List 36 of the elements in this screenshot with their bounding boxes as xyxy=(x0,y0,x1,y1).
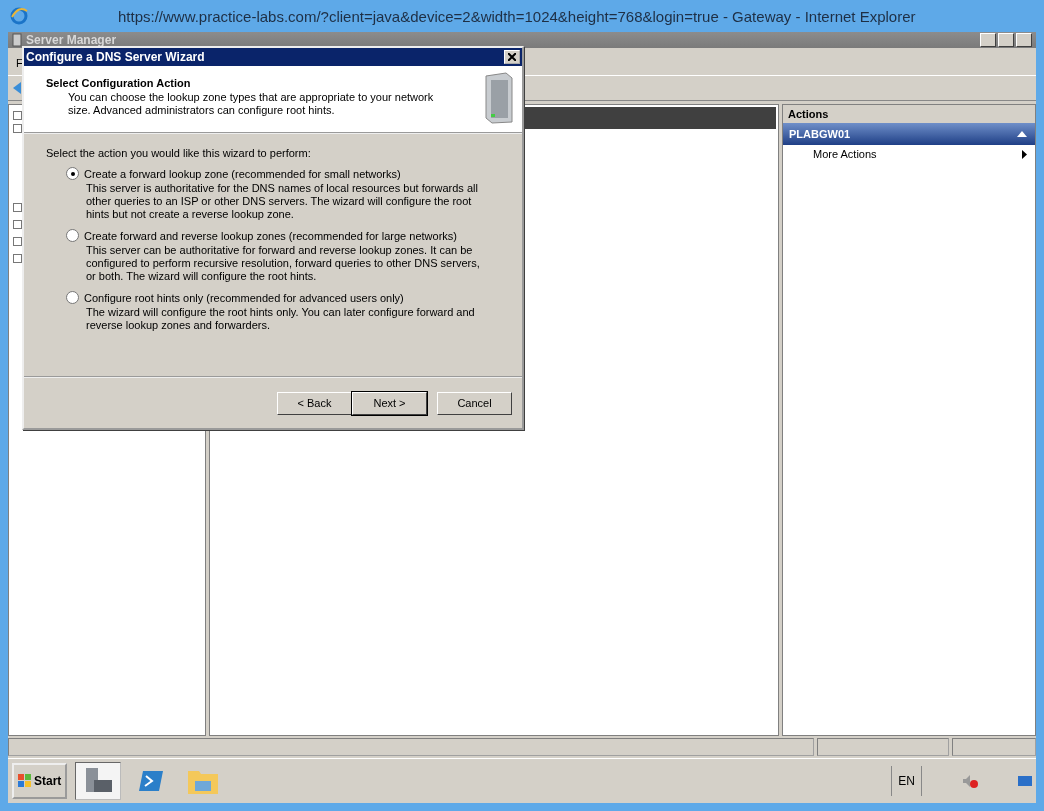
window-title: Server Manager xyxy=(26,33,117,47)
close-button[interactable] xyxy=(1016,33,1032,47)
collapse-icon xyxy=(1017,131,1027,137)
server-icon xyxy=(482,72,516,124)
radio-option[interactable]: Configure root hints only (recommended for advanced users only) xyxy=(66,291,502,304)
muted-speaker-icon[interactable] xyxy=(962,774,978,788)
radio-option[interactable]: Create a forward lookup zone (recommended for small networks) xyxy=(66,167,502,180)
radio-button[interactable] xyxy=(66,229,79,242)
browser-title: https://www.practice-labs.com/?client=java&device=2&width=1024&height=768&login=true - Gateway - Internet Explorer xyxy=(118,7,916,25)
dialog-button[interactable]: < Back xyxy=(277,391,352,415)
option-description: This server is authoritative for the DNS names of local resources but forwards all other queries to an ISP or other DNS servers. The wizard will configure the root hints but not create a reverse lookup zone. xyxy=(85,182,479,221)
group-label: PLABGW01 xyxy=(789,128,851,140)
language-indicator[interactable]: EN xyxy=(891,766,922,796)
submenu-arrow-icon xyxy=(1022,149,1027,159)
close-button[interactable] xyxy=(504,50,520,64)
windows-logo-icon xyxy=(18,774,32,788)
server-manager-taskbar-icon[interactable] xyxy=(75,762,122,800)
action-group-header[interactable]: PLABGW01 xyxy=(783,123,1035,145)
dialog-title: Configure a DNS Server Wizard xyxy=(26,50,205,64)
radio-button[interactable] xyxy=(66,167,79,180)
start-button[interactable]: Start xyxy=(12,763,68,799)
restore-button[interactable] xyxy=(998,33,1014,47)
radio-option[interactable]: Create forward and reverse lookup zones (recommended for large networks) xyxy=(66,229,502,242)
actions-header: Actions xyxy=(783,105,1035,123)
wizard-description: You can choose the lookup zone types that are appropriate to your network size. Advanced administrators can configure root hints. xyxy=(67,91,435,117)
radio-button[interactable] xyxy=(66,291,79,304)
browser-logo-icon xyxy=(10,7,28,25)
wizard-heading: Select Configuration Action xyxy=(46,77,192,89)
close-icon xyxy=(508,53,516,61)
minimize-button[interactable] xyxy=(980,33,996,47)
option-description: The wizard will configure the root hints only. You can later configure forward and reverse lookup zones and forwarders. xyxy=(85,306,476,332)
action-item[interactable]: More Actions xyxy=(783,145,1035,163)
dialog-button[interactable]: Cancel xyxy=(437,391,512,415)
prompt-text: Select the action you would like this wizard to perform: xyxy=(46,147,312,159)
dialog-button[interactable]: Next > xyxy=(352,391,427,415)
option-description: This server can be authoritative for forward and reverse lookup zones. It can be configured to perform recursive resolution, forward queries to other DNS servers, or both. The wizard will configure the root hints. xyxy=(85,244,481,283)
